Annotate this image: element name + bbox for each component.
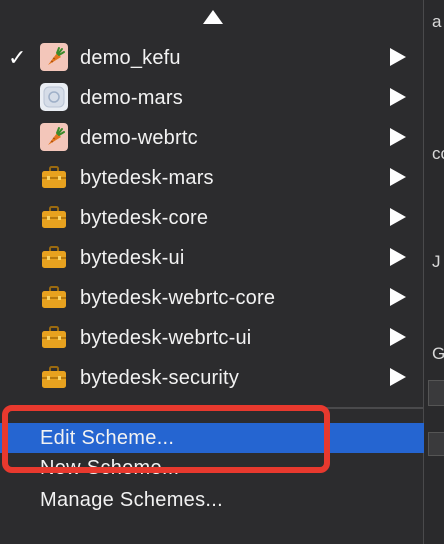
- toolbox-icon: [40, 323, 68, 351]
- scheme-item-bytedesk-security[interactable]: bytedesk-security: [0, 358, 424, 398]
- scheme-menu: ✓ demo_kefu demo-mars demo-webrtc bytede…: [0, 0, 424, 544]
- new-scheme-label: New Scheme...: [40, 457, 180, 479]
- scheme-label: demo-webrtc: [80, 127, 198, 149]
- scheme-label: bytedesk-ui: [80, 247, 185, 269]
- scheme-item-bytedesk-ui[interactable]: bytedesk-ui: [0, 238, 424, 278]
- new-scheme-item[interactable]: New Scheme...: [0, 453, 424, 483]
- background-window: [424, 0, 444, 544]
- scheme-label: bytedesk-webrtc-ui: [80, 327, 252, 349]
- scheme-label: bytedesk-mars: [80, 167, 214, 189]
- background-text: J: [432, 252, 441, 271]
- submenu-arrow-icon: [390, 88, 406, 106]
- scheme-item-demo-webrtc[interactable]: demo-webrtc: [0, 118, 424, 158]
- carrot-icon: [40, 123, 68, 151]
- scheme-item-bytedesk-webrtc-core[interactable]: bytedesk-webrtc-core: [0, 278, 424, 318]
- checkmark-icon: ✓: [8, 45, 27, 70]
- submenu-arrow-icon: [390, 168, 406, 186]
- background-icon: [428, 380, 444, 406]
- manage-schemes-label: Manage Schemes...: [40, 489, 223, 511]
- background-text: co: [432, 144, 444, 163]
- background-text: a: [432, 12, 442, 31]
- submenu-arrow-icon: [390, 48, 406, 66]
- scheme-item-demo-kefu[interactable]: ✓ demo_kefu: [0, 38, 424, 78]
- scheme-item-demo-mars[interactable]: demo-mars: [0, 78, 424, 118]
- edit-scheme-label: Edit Scheme...: [40, 427, 175, 449]
- toolbox-icon: [40, 243, 68, 271]
- toolbox-icon: [40, 163, 68, 191]
- app-icon: [40, 83, 68, 111]
- edit-scheme-item[interactable]: Edit Scheme...: [0, 423, 424, 453]
- scheme-label: bytedesk-webrtc-core: [80, 287, 276, 309]
- scheme-label: bytedesk-core: [80, 207, 209, 229]
- submenu-arrow-icon: [390, 248, 406, 266]
- scheme-label: demo_kefu: [80, 47, 181, 69]
- scheme-item-bytedesk-mars[interactable]: bytedesk-mars: [0, 158, 424, 198]
- scheme-item-bytedesk-core[interactable]: bytedesk-core: [0, 198, 424, 238]
- toolbox-icon: [40, 283, 68, 311]
- scheme-label: demo-mars: [80, 87, 183, 109]
- background-icon: [428, 432, 444, 456]
- submenu-arrow-icon: [390, 208, 406, 226]
- submenu-arrow-icon: [390, 128, 406, 146]
- submenu-arrow-icon: [390, 368, 406, 386]
- menu-separator: [10, 407, 424, 409]
- toolbox-icon: [40, 203, 68, 231]
- submenu-arrow-icon: [390, 328, 406, 346]
- carrot-icon: [40, 43, 68, 71]
- scheme-item-bytedesk-webrtc-ui[interactable]: bytedesk-webrtc-ui: [0, 318, 424, 358]
- manage-schemes-item[interactable]: Manage Schemes...: [0, 485, 424, 515]
- toolbox-icon: [40, 363, 68, 391]
- scroll-up-arrow-icon[interactable]: [203, 10, 223, 24]
- scheme-label: bytedesk-security: [80, 367, 240, 389]
- background-text: G: [432, 344, 444, 363]
- submenu-arrow-icon: [390, 288, 406, 306]
